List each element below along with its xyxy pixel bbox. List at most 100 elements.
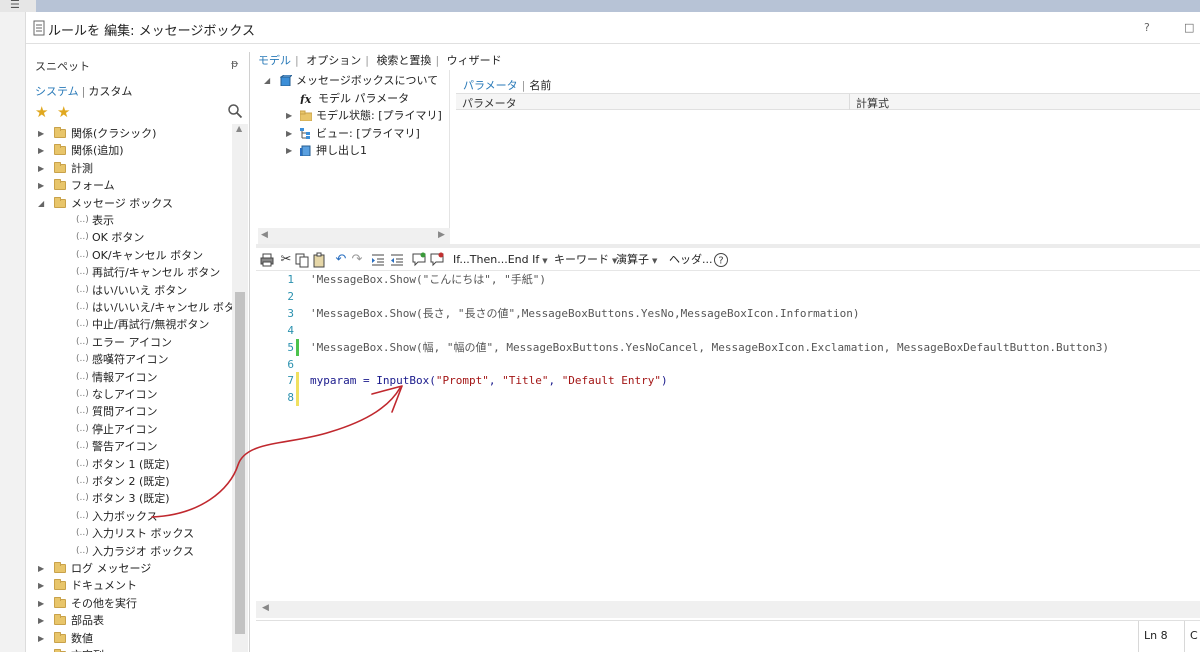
view-tree-icon [300, 127, 310, 139]
model-tree-node[interactable]: ◢ メッセージボックスについて [258, 72, 448, 89]
snippet-icon: (..) [76, 371, 89, 382]
chevron-right-icon[interactable]: ▶ [38, 647, 44, 652]
snippet-icon: (..) [76, 458, 89, 469]
snippet-item-label: 感嘆符アイコン [92, 353, 169, 367]
uncomment-icon[interactable] [429, 252, 445, 268]
tab-model[interactable]: モデル [258, 54, 291, 67]
snippet-folder-label: 関係(追加) [71, 144, 124, 158]
chevron-down-icon[interactable]: ◢ [264, 72, 270, 89]
chevron-right-icon[interactable]: ▶ [38, 177, 44, 194]
paste-icon[interactable] [311, 252, 327, 268]
pane-splitter[interactable] [256, 244, 1200, 248]
snippet-icon: (..) [76, 493, 89, 504]
search-icon[interactable] [227, 103, 243, 119]
tab-find-replace[interactable]: 検索と置換 [376, 54, 431, 67]
chevron-right-icon[interactable]: ▶ [38, 142, 44, 159]
scroll-left-icon[interactable]: ◀ [262, 603, 269, 613]
chevron-right-icon[interactable]: ▶ [38, 560, 44, 577]
snippet-folder-label: 関係(クラシック) [71, 127, 157, 140]
snippet-folder-label: 数値 [71, 631, 93, 645]
chevron-right-icon[interactable]: ▶ [38, 577, 44, 594]
model-tree-node[interactable]: fx モデル パラメータ [258, 90, 448, 107]
undo-icon[interactable]: ↶ [333, 252, 349, 268]
chevron-right-icon[interactable]: ▶ [38, 612, 44, 629]
snippet-tools: ★ ★ [26, 102, 250, 124]
copy-icon[interactable] [294, 252, 310, 268]
indent-icon[interactable] [370, 252, 386, 268]
code-line[interactable]: 'MessageBox.Show("こんにちは", "手紙") [310, 271, 546, 288]
pin-icon[interactable]: ᵽ [231, 57, 238, 70]
chevron-right-icon[interactable]: ▶ [286, 142, 292, 159]
redo-icon[interactable]: ↷ [349, 252, 365, 268]
rule-document-icon [33, 20, 45, 36]
hamburger-icon[interactable]: ☰ [10, 0, 20, 10]
model-tree-node[interactable]: ▶ ビュー: [プライマリ] [258, 125, 448, 142]
column-formula[interactable]: 計算式 [856, 95, 889, 111]
folder-icon [300, 110, 312, 121]
tab-wizard[interactable]: ウィザード [447, 54, 502, 67]
model-tree-hscroll[interactable]: ◀ ▶ [258, 228, 450, 244]
tab-names[interactable]: 名前 [529, 79, 551, 92]
restore-button[interactable]: □ [1184, 21, 1194, 34]
chevron-right-icon[interactable]: ▶ [286, 107, 292, 124]
tab-custom[interactable]: カスタム [88, 85, 132, 98]
add-favorite-star-icon[interactable]: ★ [57, 103, 70, 121]
snippet-icon: (..) [76, 441, 89, 452]
chevron-right-icon[interactable]: ▶ [286, 125, 292, 142]
snippet-icon: (..) [76, 302, 89, 312]
help-button[interactable]: ? [1144, 21, 1150, 34]
help-icon[interactable]: ? [713, 252, 729, 268]
keyword-dropdown[interactable]: キーワード ▼ [554, 252, 617, 269]
help-glyph: ? [718, 256, 723, 267]
snippet-item-label: OK ボタン [92, 231, 145, 245]
line-number: 8 [287, 391, 294, 405]
folder-icon [54, 127, 66, 138]
column-parameter[interactable]: パラメータ [462, 95, 517, 111]
chevron-right-icon[interactable]: ▶ [38, 160, 44, 177]
snippet-scrollbar[interactable]: ▲ [232, 124, 248, 652]
model-tree-node[interactable]: ▶ 押し出し1 [258, 142, 448, 159]
folder-icon [54, 161, 66, 173]
snippet-icon: (..) [76, 510, 89, 521]
editor-hscroll[interactable]: ◀ [256, 601, 1200, 618]
scroll-up-icon[interactable]: ▲ [236, 124, 242, 133]
cut-icon[interactable]: ✂ [278, 252, 294, 268]
favorite-star-icon[interactable]: ★ [35, 103, 48, 121]
snippet-icon: (..) [76, 215, 89, 225]
chevron-right-icon[interactable]: ▶ [38, 630, 44, 647]
scroll-thumb[interactable] [235, 292, 245, 634]
scroll-right-icon[interactable]: ▶ [438, 230, 445, 240]
column-divider[interactable] [849, 94, 850, 110]
outdent-icon[interactable] [389, 252, 405, 268]
header-button[interactable]: ヘッダ... [669, 252, 713, 268]
folder-icon [54, 144, 66, 156]
print-icon[interactable] [259, 252, 275, 268]
tab-options[interactable]: オプション [306, 54, 361, 67]
snippet-folder-label: その他を実行 [71, 596, 137, 610]
code-line[interactable]: 'MessageBox.Show(幅, "幅の値", MessageBoxBut… [310, 339, 1109, 356]
code-line[interactable]: 'MessageBox.Show(長さ, "長さの値",MessageBoxBu… [310, 305, 859, 322]
scroll-left-icon[interactable]: ◀ [261, 230, 268, 240]
line-number: 5 [287, 340, 294, 354]
line-number: 2 [287, 289, 294, 303]
model-tree-node[interactable]: ▶ モデル状態: [プライマリ] [258, 107, 448, 124]
snippet-item-label: ボタン 3 (既定) [92, 492, 170, 506]
code-line[interactable]: myparam = InputBox("Prompt", "Title", "D… [310, 372, 668, 389]
chevron-right-icon[interactable]: ▶ [38, 595, 44, 612]
window-top-strip: ☰ [0, 0, 1200, 12]
chevron-right-icon[interactable]: ▶ [38, 125, 44, 142]
comment-icon[interactable] [411, 252, 427, 268]
chevron-down-icon[interactable]: ◢ [38, 195, 44, 212]
if-then-button[interactable]: If...Then...End If ▼ [453, 252, 548, 269]
change-marker [296, 372, 299, 390]
tab-system[interactable]: システム [35, 85, 79, 98]
snippet-icon: (..) [76, 476, 89, 486]
tab-parameters[interactable]: パラメータ [463, 79, 518, 92]
line-number: 7 [287, 374, 294, 388]
snippet-icon: (..) [76, 528, 89, 539]
chevron-down-icon: ▼ [542, 257, 548, 265]
snippet-item-label: 入力ボックス [92, 509, 158, 523]
dialog-title-bar: ルールを 編集: メッセージボックス ? □ [26, 12, 1200, 44]
operator-dropdown[interactable]: 演算子 ▼ [616, 252, 657, 269]
code-editor[interactable]: 1 2 3 4 5 6 7 8 'MessageBox.Show("こんにちは", "手紙")… [256, 271, 1200, 601]
